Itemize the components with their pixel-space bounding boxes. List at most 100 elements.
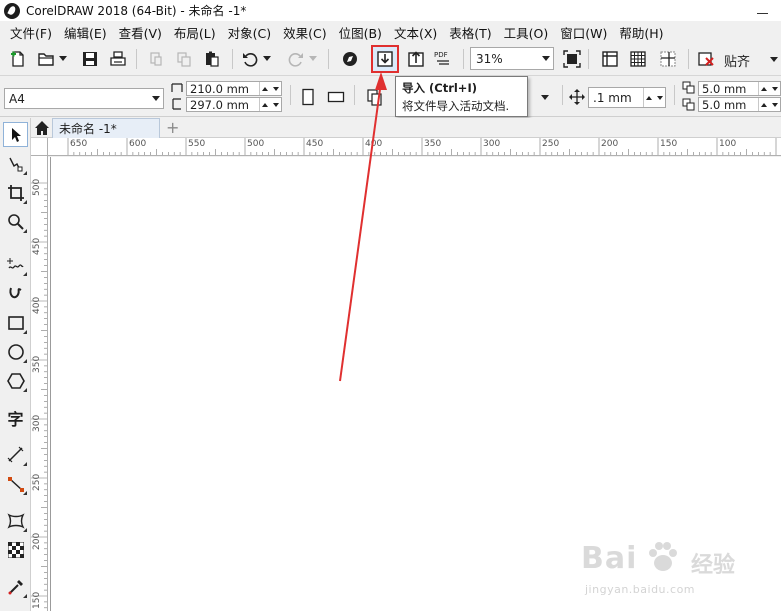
publish-pdf-button[interactable]: PDF <box>432 47 456 71</box>
rectangle-tool[interactable] <box>3 310 28 335</box>
redo-button[interactable] <box>284 47 308 71</box>
connector-tool[interactable] <box>3 471 28 496</box>
undo-dropdown[interactable] <box>260 47 274 71</box>
menu-view[interactable]: 查看(V) <box>113 23 168 42</box>
minimize-window-button[interactable] <box>755 4 769 14</box>
envelope-tool[interactable] <box>3 508 28 533</box>
open-button[interactable] <box>34 47 58 71</box>
menu-effects[interactable]: 效果(C) <box>277 23 332 42</box>
snap-off-button[interactable] <box>694 47 718 71</box>
home-icon[interactable] <box>34 120 50 136</box>
page-size-combo[interactable]: A4 <box>4 88 164 109</box>
rectangle-icon <box>7 315 24 330</box>
import-button[interactable] <box>371 45 399 73</box>
duplicate-x-spinner[interactable] <box>758 82 780 95</box>
new-tab-button[interactable]: + <box>166 119 179 137</box>
undo-button[interactable] <box>238 47 262 71</box>
chevron-down-icon[interactable] <box>149 89 163 108</box>
ruler-v-label: 250 <box>32 473 42 491</box>
paste-button[interactable] <box>200 47 224 71</box>
landscape-button[interactable] <box>324 85 348 109</box>
toolbar-separator <box>328 49 329 69</box>
units-dropdown[interactable] <box>537 87 553 108</box>
menu-window[interactable]: 窗口(W) <box>554 23 613 42</box>
duplicate-distance-y-field[interactable]: 5.0 mm <box>698 97 781 112</box>
zoom-tool[interactable] <box>3 209 28 234</box>
nudge-distance-field[interactable]: .1 mm <box>588 87 666 108</box>
tooltip-description: 将文件导入活动文档. <box>402 99 510 113</box>
open-recent-dropdown[interactable] <box>56 47 70 71</box>
clipboard-icon <box>206 51 219 67</box>
full-screen-preview-button[interactable] <box>560 47 584 71</box>
menu-layout[interactable]: 布局(L) <box>168 23 222 42</box>
transparency-tool[interactable] <box>3 537 28 562</box>
menu-help[interactable]: 帮助(H) <box>613 23 669 42</box>
page-width-spinner[interactable] <box>259 82 281 95</box>
print-button[interactable] <box>106 47 130 71</box>
copy-button[interactable] <box>172 47 196 71</box>
duplicate-x-value: 5.0 mm <box>702 81 747 96</box>
duplicate-distance-x-field[interactable]: 5.0 mm <box>698 81 781 96</box>
shape-tool[interactable] <box>3 151 28 176</box>
search-content-button[interactable] <box>338 47 362 71</box>
artistic-media-tool[interactable] <box>3 281 28 306</box>
magnifier-icon <box>7 213 24 230</box>
crop-tool[interactable] <box>3 180 28 205</box>
page-width-field[interactable]: 210.0 mm <box>186 81 282 96</box>
text-tool[interactable]: 字 <box>3 405 28 430</box>
toolbar-separator <box>354 85 355 105</box>
all-pages-button[interactable] <box>362 85 386 109</box>
ruler-h-label: 500 <box>247 139 265 149</box>
duplicate-y-spinner[interactable] <box>758 98 780 111</box>
menu-text[interactable]: 文本(X) <box>388 23 443 42</box>
page-width-icon <box>171 83 183 92</box>
polygon-tool[interactable] <box>3 368 28 393</box>
ruler-v-label: 500 <box>32 178 42 196</box>
print-icon <box>110 51 126 66</box>
freehand-tool[interactable] <box>3 252 28 277</box>
crop-icon <box>7 184 24 201</box>
ruler-h-label: 600 <box>129 139 147 149</box>
save-button[interactable] <box>78 47 102 71</box>
ruler-v-label: 350 <box>32 355 42 373</box>
menu-object[interactable]: 对象(C) <box>222 23 277 42</box>
pdf-icon: PDF <box>434 51 449 65</box>
portrait-button[interactable] <box>296 85 320 109</box>
export-icon <box>408 51 424 67</box>
horizontal-ruler[interactable]: 650 600 550 500 450 400 350 300 250 200 … <box>48 138 781 156</box>
snap-to-dropdown[interactable]: 贴齐 <box>724 51 750 70</box>
ellipse-tool[interactable] <box>3 339 28 364</box>
menu-edit[interactable]: 编辑(E) <box>58 23 113 42</box>
menu-bitmaps[interactable]: 位图(B) <box>333 23 388 42</box>
menu-table[interactable]: 表格(T) <box>443 23 497 42</box>
page-height-field[interactable]: 297.0 mm <box>186 97 282 112</box>
menu-file[interactable]: 文件(F) <box>4 23 58 42</box>
watermark-brand: Bai <box>581 541 638 576</box>
chevron-down-icon[interactable] <box>770 57 778 62</box>
snap-off-icon <box>698 52 714 66</box>
export-button[interactable] <box>404 47 428 71</box>
duplicate-y-icon <box>682 98 695 111</box>
eyedropper-tool[interactable] <box>3 574 28 599</box>
show-guidelines-button[interactable] <box>656 47 680 71</box>
chevron-down-icon[interactable] <box>539 48 553 69</box>
redo-dropdown[interactable] <box>306 47 320 71</box>
document-tab[interactable]: 未命名 -1* <box>52 118 160 138</box>
menu-tools[interactable]: 工具(O) <box>498 23 555 42</box>
folder-icon <box>38 53 54 66</box>
nudge-distance-spinner[interactable] <box>643 88 665 107</box>
pick-tool[interactable] <box>3 122 28 147</box>
vertical-ruler[interactable]: 500 450 400 350 300 250 200 150 <box>31 156 48 611</box>
show-grid-button[interactable] <box>626 47 650 71</box>
ruler-origin[interactable] <box>31 138 48 156</box>
page-height-spinner[interactable] <box>259 98 281 111</box>
ruler-h-label: 350 <box>424 139 442 149</box>
baidu-jingyan-watermark: Bai 经验 jingyan.baidu.com <box>581 533 741 603</box>
cut-button[interactable] <box>144 47 168 71</box>
zoom-level-combo[interactable]: 31% <box>470 47 554 70</box>
new-document-button[interactable] <box>6 47 30 71</box>
ruler-v-label: 450 <box>32 237 42 255</box>
import-icon <box>377 51 393 67</box>
show-rulers-button[interactable] <box>598 47 622 71</box>
parallel-dimension-tool[interactable] <box>3 442 28 467</box>
